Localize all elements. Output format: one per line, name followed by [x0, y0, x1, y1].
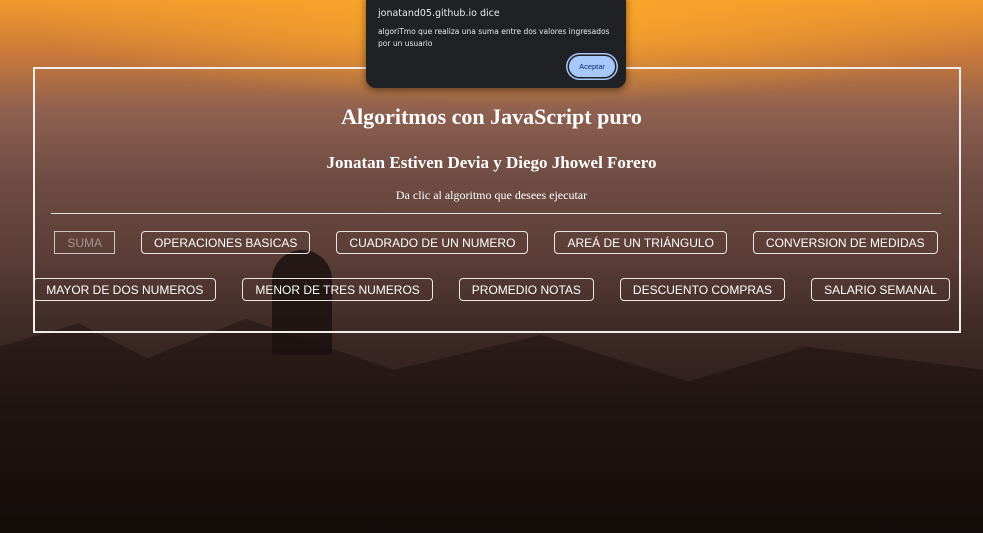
area-triangulo-button[interactable]: AREÁ DE UN TRIÁNGULO: [554, 231, 727, 254]
operaciones-basicas-button[interactable]: OPERACIONES BASICAS: [141, 231, 311, 254]
accept-button[interactable]: Aceptar: [569, 56, 615, 77]
suma-button[interactable]: SUMA: [54, 231, 116, 254]
algorithm-buttons-row-1: SUMA OPERACIONES BASICAS CUADRADO DE UN …: [0, 231, 983, 254]
dialog-message: algoriTmo que realiza una suma entre dos…: [378, 27, 610, 48]
descuento-compras-button[interactable]: DESCUENTO COMPRAS: [619, 278, 786, 301]
page-title: Algoritmos con JavaScript puro: [341, 104, 642, 129]
cuadrado-button[interactable]: CUADRADO DE UN NUMERO: [336, 231, 529, 254]
divider: [51, 213, 941, 214]
conversion-medidas-button[interactable]: CONVERSION DE MEDIDAS: [752, 231, 938, 254]
menor-tres-numeros-button[interactable]: MENOR DE TRES NUMEROS: [242, 278, 433, 301]
algorithm-buttons-row-2: MAYOR DE DOS NUMEROS MENOR DE TRES NUMER…: [0, 278, 983, 301]
mayor-dos-numeros-button[interactable]: MAYOR DE DOS NUMEROS: [33, 278, 217, 301]
background-mountains: [0, 318, 983, 533]
instruction-text: Da clic al algoritmo que desees ejecutar: [395, 188, 588, 202]
alert-dialog: jonatand05.github.io dice algoriTmo que …: [366, 0, 626, 88]
promedio-notas-button[interactable]: PROMEDIO NOTAS: [458, 278, 594, 301]
salario-semanal-button[interactable]: SALARIO SEMANAL: [811, 278, 950, 301]
authors: Jonatan Estiven Devia y Diego Jhowel For…: [326, 153, 657, 172]
dialog-title: jonatand05.github.io dice: [378, 8, 500, 19]
